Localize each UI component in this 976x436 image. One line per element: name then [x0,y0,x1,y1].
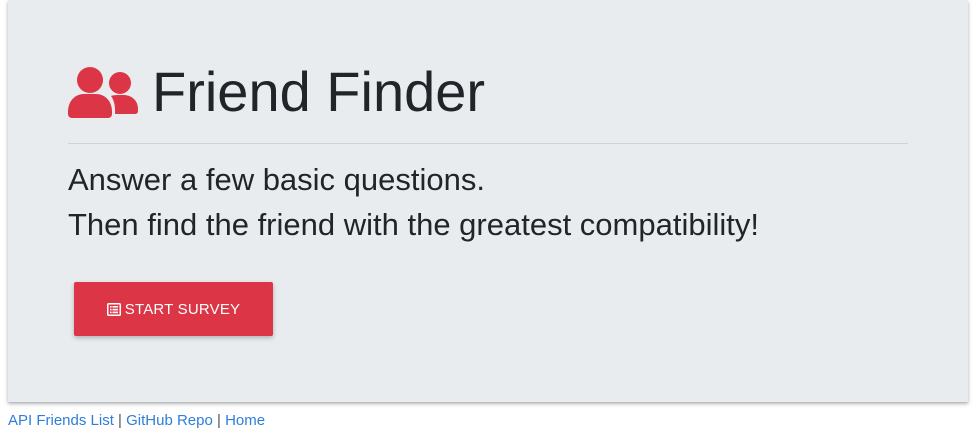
lead-line-1: Answer a few basic questions. [68,162,485,197]
github-repo-link[interactable]: GitHub Repo [126,412,213,429]
page-title: Friend Finder [68,62,485,122]
lead-line-2: Then find the friend with the greatest c… [68,207,759,242]
list-alt-icon [106,302,121,316]
divider [68,143,908,144]
footer-separator: | [118,412,122,429]
api-friends-list-link[interactable]: API Friends List [8,412,114,429]
title-text: Friend Finder [152,60,486,123]
start-survey-button[interactable]: START SURVEY [74,282,273,336]
jumbotron: Friend Finder Answer a few basic questio… [8,0,968,402]
start-survey-label: START SURVEY [124,300,241,318]
footer: API Friends List | GitHub Repo | Home [8,410,265,432]
footer-separator: | [217,412,221,429]
users-icon [68,67,138,118]
home-link[interactable]: Home [225,412,265,429]
